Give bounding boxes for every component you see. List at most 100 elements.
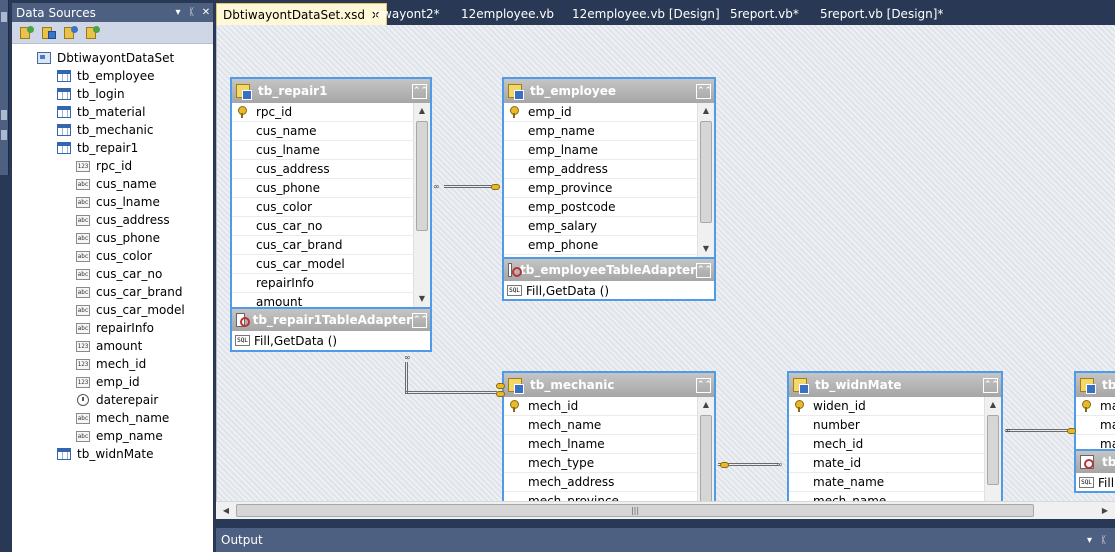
column-row[interactable]: ma [1076,416,1115,435]
column-row[interactable]: rpc_id [232,103,430,122]
table-tb-repair1[interactable]: tb_repair1 ⌃⌃ rpc_id cus_name cus_lname cus… [230,77,432,352]
tree-item-column[interactable]: abc cus_name [76,175,157,193]
column-row[interactable]: emp_id [504,103,714,122]
column-row[interactable]: cus_car_brand [232,236,430,255]
tree-item-column[interactable]: abc mech_name [76,409,169,427]
tab-5report-vb[interactable]: 5report.vb* [724,3,805,25]
tab-5report-design[interactable]: 5report.vb [Design]* [814,3,949,25]
collapse-icon[interactable]: ⌃⌃ [412,83,428,99]
relation-repair-mechanic[interactable] [405,391,497,394]
tree-item-column[interactable]: abc emp_name [76,427,163,445]
column-row[interactable]: mech_type [504,454,714,473]
adapter-method-row[interactable]: SQL Fill [1076,473,1115,493]
column-row[interactable]: cus_car_model [232,255,430,274]
scroll-thumb[interactable] [987,415,999,485]
tree-item-column[interactable]: abc cus_car_model [76,301,185,319]
output-panel-header[interactable]: Output ▾ ᛕ [216,528,1115,552]
tree-item-column[interactable]: 123 amount [76,337,142,355]
column-row[interactable]: mate_name [789,473,1001,492]
dropdown-icon[interactable]: ▾ [1087,535,1101,546]
column-row[interactable]: emp_postcode [504,198,714,217]
tree-item-table-expanded[interactable]: tb_repair1 [57,139,138,157]
column-row[interactable]: cus_color [232,198,430,217]
column-row[interactable]: emp_salary [504,217,714,236]
tab-tiwayont2[interactable]: tiwayont2* [368,3,446,25]
tree-item-table[interactable]: tb_employee [57,67,155,85]
column-row[interactable]: mech_address [504,473,714,492]
tree-item-column[interactable]: abc repairInfo [76,319,154,337]
table-tb-employee[interactable]: tb_employee ⌃⌃ emp_id emp_name emp_lname em… [502,77,716,301]
collapse-icon[interactable]: ⌃⌃ [696,262,712,278]
toolbox-icon[interactable] [1,110,7,120]
column-row[interactable]: number [789,416,1001,435]
column-row[interactable]: mech_province [504,492,714,501]
collapse-icon[interactable]: ⌃⌃ [696,377,712,393]
scroll-left-icon[interactable]: ◀ [218,502,234,519]
tree-item-column[interactable]: abc cus_address [76,211,170,229]
scroll-right-icon[interactable]: ▶ [1097,502,1113,519]
column-row[interactable]: cus_phone [232,179,430,198]
column-row[interactable]: mech_id [504,397,714,416]
tree-item-column[interactable]: daterepair [76,391,158,409]
scroll-down-icon[interactable]: ▼ [414,291,430,307]
close-icon[interactable]: ✕ [199,7,213,18]
tree-item-table[interactable]: tb_widnMate [57,445,154,463]
tree-item-column[interactable]: abc cus_lname [76,193,160,211]
add-data-source-button[interactable] [18,25,36,41]
collapse-icon[interactable]: ⌃⌃ [696,83,712,99]
vertical-scrollbar[interactable]: ▲ [984,397,1001,501]
scroll-up-icon[interactable]: ▲ [698,397,714,413]
tree-item-table[interactable]: tb_login [57,85,125,103]
table-header[interactable]: tb_widnMate ⌃⌃ [789,373,1001,397]
table-header[interactable]: tb_employee ⌃⌃ [504,79,714,103]
column-row[interactable]: cus_car_no [232,217,430,236]
column-row[interactable]: cus_name [232,122,430,141]
table-header[interactable]: tb_repair1 ⌃⌃ [232,79,430,103]
properties-icon[interactable] [1,130,7,140]
scroll-thumb[interactable] [700,415,712,501]
dataset-designer-canvas[interactable]: tb_repair1 ⌃⌃ rpc_id cus_name cus_lname cus… [216,25,1115,501]
horizontal-scrollbar[interactable]: ◀ ||| ▶ [216,501,1115,519]
column-row[interactable]: mate_id [789,454,1001,473]
relation-repair-mechanic-vertical[interactable] [405,362,408,394]
column-row[interactable]: amount [232,293,430,307]
scroll-thumb[interactable]: ||| [236,504,1034,517]
collapse-icon[interactable]: ⌃⌃ [412,312,428,328]
tree-item-table[interactable]: tb_mechanic [57,121,154,139]
column-row[interactable]: ma [1076,435,1115,449]
adapter-method-row[interactable]: SQL Fill,GetData () [504,281,714,301]
collapsed-toolbox-strip[interactable] [0,0,9,175]
adapter-header[interactable]: tb_employeeTableAdapter ⌃⌃ [504,257,714,281]
server-explorer-icon[interactable] [1,12,7,22]
tree-item-dataset[interactable]: DbtiwayontDataSet [37,49,174,67]
table-tb-widnmate[interactable]: tb_widnMate ⌃⌃ widen_id number mech_id mate… [787,371,1003,501]
column-row[interactable]: emp_address [504,160,714,179]
column-row[interactable]: cus_lname [232,141,430,160]
vertical-scrollbar[interactable]: ▲ ▼ [413,103,430,307]
scroll-up-icon[interactable]: ▲ [414,103,430,119]
adapter-method-row[interactable]: SQL Fill,GetData () [232,331,430,351]
column-row[interactable]: cus_address [232,160,430,179]
column-row[interactable]: repairInfo [232,274,430,293]
tab-12employee-vb[interactable]: 12employee.vb [455,3,560,25]
scroll-thumb[interactable] [416,121,428,231]
column-row[interactable]: mech_name [789,492,1001,501]
tab-dataset-xsd[interactable]: DbtiwayontDataSet.xsd ✕ [216,3,388,25]
tree-item-column[interactable]: 123 emp_id [76,373,140,391]
table-header[interactable]: tb_mechanic ⌃⌃ [504,373,714,397]
column-row[interactable]: mech_id [789,435,1001,454]
scroll-up-icon[interactable]: ▲ [985,397,1001,413]
column-row[interactable]: emp_phone [504,236,714,255]
scroll-thumb[interactable] [700,121,712,223]
pin-icon[interactable]: ᛕ [1101,535,1115,546]
column-row[interactable]: emp_lname [504,141,714,160]
tree-item-table[interactable]: tb_material [57,103,145,121]
tree-item-column[interactable]: 123 mech_id [76,355,146,373]
table-partial-offscreen[interactable]: tb mamama tb SQL Fill [1074,371,1115,493]
edit-dataset-button[interactable] [40,25,58,41]
tab-12employee-design[interactable]: 12employee.vb [Design] [566,3,726,25]
refresh-button[interactable] [84,25,102,41]
scroll-up-icon[interactable]: ▲ [698,103,714,119]
tree-item-column[interactable]: abc cus_color [76,247,152,265]
tree-item-column[interactable]: abc cus_car_no [76,265,162,283]
